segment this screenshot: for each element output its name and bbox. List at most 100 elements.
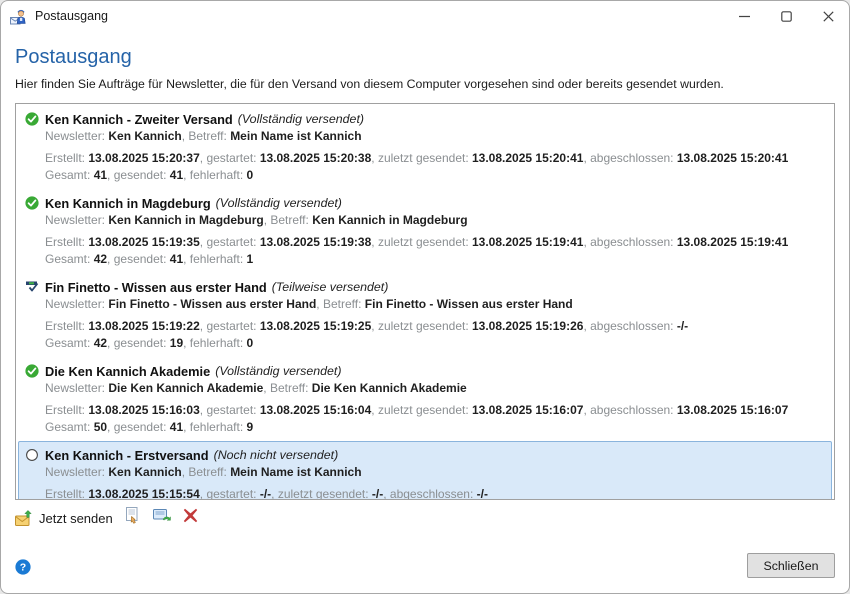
detail-label: Erstellt: xyxy=(45,319,88,333)
detail-label: gesendet: xyxy=(114,336,170,350)
job-timestamps-line: Erstellt: 13.08.2025 15:16:03, gestartet… xyxy=(45,402,825,419)
detail-label: gesendet: xyxy=(114,252,170,266)
send-now-button[interactable]: Jetzt senden xyxy=(15,510,113,527)
maximize-button[interactable] xyxy=(765,1,807,31)
titlebar: Postausgang xyxy=(1,1,849,31)
check-circle-icon xyxy=(25,364,39,378)
detail-value: -/- xyxy=(677,319,688,333)
job-newsletter-line: Newsletter: Ken Kannich, Betreff: Mein N… xyxy=(45,464,825,481)
document-hand-button[interactable] xyxy=(124,510,142,527)
job-newsletter-line: Newsletter: Die Ken Kannich Akademie, Be… xyxy=(45,380,825,397)
detail-value: 1 xyxy=(247,252,254,266)
detail-value: 0 xyxy=(247,336,254,350)
close-dialog-button[interactable]: Schließen xyxy=(747,553,835,578)
dialog-footer: ? Schließen xyxy=(15,553,835,593)
detail-label: fehlerhaft: xyxy=(190,420,247,434)
job-status-text: (Vollständig versendet) xyxy=(216,196,342,210)
delete-x-button[interactable] xyxy=(182,510,200,527)
detail-value: -/- xyxy=(260,487,271,500)
detail-label: fehlerhaft: xyxy=(190,168,247,182)
detail-separator: , xyxy=(107,420,114,434)
detail-value: 13.08.2025 15:16:04 xyxy=(260,403,371,417)
detail-label: zuletzt gesendet: xyxy=(278,487,372,500)
detail-value: 13.08.2025 15:15:54 xyxy=(88,487,199,500)
detail-separator: , xyxy=(107,168,114,182)
close-button[interactable] xyxy=(807,1,849,31)
detail-value: 0 xyxy=(247,168,254,182)
detail-label: abgeschlossen: xyxy=(590,151,677,165)
window-controls xyxy=(723,1,849,31)
job-counts-line: Gesamt: 50, gesendet: 41, fehlerhaft: 9 xyxy=(45,419,825,436)
job-row[interactable]: Fin Finetto - Wissen aus erster Hand (Te… xyxy=(18,273,832,357)
send-now-envelope-icon xyxy=(15,510,34,527)
detail-label: abgeschlossen: xyxy=(390,487,477,500)
detail-label: Newsletter: xyxy=(45,129,108,143)
detail-label: Betreff: xyxy=(270,381,312,395)
detail-separator: , xyxy=(107,336,114,350)
detail-value: 13.08.2025 15:19:41 xyxy=(472,235,583,249)
detail-value: 13.08.2025 15:19:26 xyxy=(472,319,583,333)
detail-label: gestartet: xyxy=(206,151,259,165)
detail-label: Betreff: xyxy=(323,297,365,311)
detail-separator: , xyxy=(107,252,114,266)
page-subtitle: Hier finden Sie Aufträge für Newsletter,… xyxy=(15,77,835,91)
job-title: Fin Finetto - Wissen aus erster Hand xyxy=(45,280,267,295)
detail-value: 42 xyxy=(94,336,107,350)
detail-label: Betreff: xyxy=(270,213,312,227)
detail-label: Gesamt: xyxy=(45,420,94,434)
detail-label: gestartet: xyxy=(206,403,259,417)
job-timestamps-line: Erstellt: 13.08.2025 15:20:37, gestartet… xyxy=(45,150,825,167)
detail-label: gesendet: xyxy=(114,420,170,434)
detail-value: Ken Kannich xyxy=(108,465,181,479)
detail-value: 13.08.2025 15:19:22 xyxy=(88,319,199,333)
detail-label: gestartet: xyxy=(206,487,259,500)
delete-x-icon xyxy=(183,508,198,528)
detail-separator: , xyxy=(183,420,190,434)
detail-value: 13.08.2025 15:19:41 xyxy=(677,235,788,249)
detail-value: 41 xyxy=(170,168,183,182)
screen-refresh-button[interactable] xyxy=(153,510,171,527)
detail-value: 13.08.2025 15:16:07 xyxy=(472,403,583,417)
detail-label: gesendet: xyxy=(114,168,170,182)
help-question-icon[interactable]: ? xyxy=(15,559,31,575)
screen-refresh-icon xyxy=(153,507,171,529)
detail-label: Erstellt: xyxy=(45,151,88,165)
job-title: Ken Kannich - Erstversand xyxy=(45,448,209,463)
detail-label: Gesamt: xyxy=(45,252,94,266)
send-now-label: Jetzt senden xyxy=(39,511,113,526)
window-title: Postausgang xyxy=(35,9,108,23)
job-row[interactable]: Ken Kannich in Magdeburg (Vollständig ve… xyxy=(18,189,832,273)
detail-separator: , xyxy=(183,168,190,182)
detail-value: 42 xyxy=(94,252,107,266)
detail-label: Newsletter: xyxy=(45,213,108,227)
detail-value: Mein Name ist Kannich xyxy=(230,129,361,143)
detail-value: 19 xyxy=(170,336,183,350)
detail-value: Die Ken Kannich Akademie xyxy=(108,381,263,395)
detail-value: -/- xyxy=(477,487,488,500)
job-timestamps-line: Erstellt: 13.08.2025 15:19:35, gestartet… xyxy=(45,234,825,251)
check-circle-icon xyxy=(25,196,39,210)
detail-label: Betreff: xyxy=(188,129,230,143)
detail-value: 9 xyxy=(247,420,254,434)
detail-separator: , xyxy=(183,336,190,350)
partial-check-icon xyxy=(25,280,39,294)
detail-value: 13.08.2025 15:19:38 xyxy=(260,235,371,249)
job-row-selected[interactable]: Ken Kannich - Erstversand (Noch nicht ve… xyxy=(18,441,832,500)
toolbar-icon-group xyxy=(113,510,200,527)
outbox-job-list[interactable]: Ken Kannich - Zweiter Versand (Vollständ… xyxy=(15,103,835,500)
detail-value: 13.08.2025 15:19:35 xyxy=(88,235,199,249)
detail-separator: , xyxy=(371,235,378,249)
detail-value: Ken Kannich in Magdeburg xyxy=(108,213,263,227)
job-row[interactable]: Die Ken Kannich Akademie (Vollständig ve… xyxy=(18,357,832,441)
detail-label: abgeschlossen: xyxy=(590,319,677,333)
detail-value: Die Ken Kannich Akademie xyxy=(312,381,467,395)
postman-mail-icon xyxy=(10,8,28,25)
job-newsletter-line: Newsletter: Ken Kannich, Betreff: Mein N… xyxy=(45,128,825,145)
detail-label: Erstellt: xyxy=(45,487,88,500)
minimize-button[interactable] xyxy=(723,1,765,31)
detail-label: Newsletter: xyxy=(45,465,108,479)
empty-circle-icon xyxy=(25,448,39,462)
detail-label: zuletzt gesendet: xyxy=(378,235,472,249)
detail-label: Gesamt: xyxy=(45,336,94,350)
job-row[interactable]: Ken Kannich - Zweiter Versand (Vollständ… xyxy=(18,105,832,189)
